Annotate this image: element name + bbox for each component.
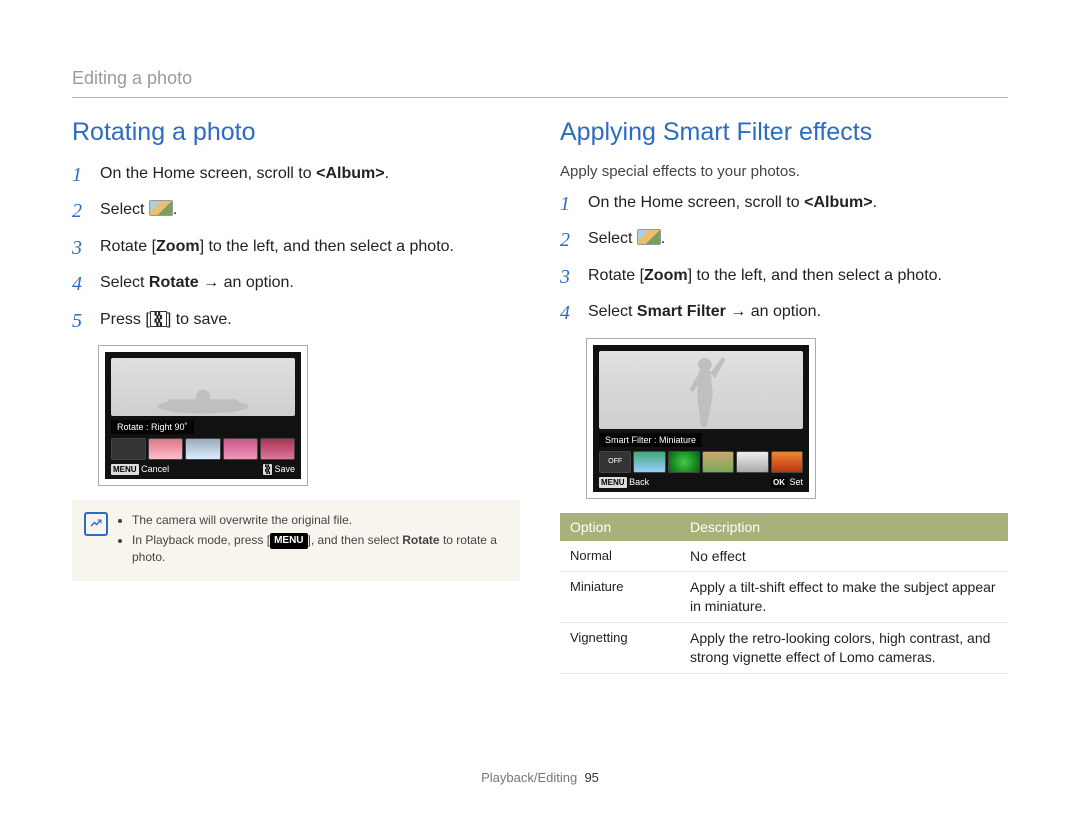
save-key-icon: 🮕	[150, 311, 167, 327]
camera-screenshot-rotate: Rotate : Right 90˚ MENU Cancel 🮕 Save	[98, 345, 308, 486]
option-desc: Apply the retro-looking colors, high con…	[680, 623, 1008, 674]
silhouette-lying-icon	[111, 358, 295, 416]
thumb-4	[736, 451, 768, 473]
smart-filter-option-label: Smart Filter : Miniature	[599, 433, 702, 447]
step-1: On the Home screen, scroll to <Album>.	[560, 192, 1008, 214]
thumbnail-strip: OFF	[599, 451, 803, 473]
option-desc: Apply a tilt-shift effect to make the su…	[680, 572, 1008, 623]
save-button: 🮕 Save	[263, 464, 295, 475]
set-button: OK Set	[771, 477, 803, 488]
album-label: <Album>	[316, 165, 384, 182]
section-title-smartfilter: Applying Smart Filter effects	[560, 118, 1008, 147]
note-box: The camera will overwrite the original f…	[72, 500, 520, 581]
breadcrumb: Editing a photo	[72, 68, 1008, 89]
thumb-1	[633, 451, 665, 473]
ok-key-icon: OK	[771, 477, 787, 488]
thumbnail-strip	[111, 438, 295, 460]
page-number: 95	[584, 770, 598, 785]
two-column-layout: Rotating a photo On the Home screen, scr…	[72, 118, 1008, 674]
divider	[72, 97, 1008, 98]
smart-filter-label: Smart Filter	[637, 303, 726, 320]
album-label: <Album>	[804, 194, 872, 211]
menu-key-icon: MENU	[270, 533, 307, 549]
thumb-3	[223, 438, 258, 460]
silhouette-standing-icon	[599, 351, 803, 429]
thumb-5	[771, 451, 803, 473]
note-item-1: The camera will overwrite the original f…	[132, 512, 506, 528]
thumb-2	[185, 438, 220, 460]
camera-screenshot-smartfilter: Smart Filter : Miniature OFF MENU Back O…	[586, 338, 816, 499]
zoom-label: Zoom	[644, 267, 688, 284]
steps-list-rotating: On the Home screen, scroll to <Album>. S…	[72, 163, 520, 331]
note-item-2: In Playback mode, press [MENU], and then…	[132, 532, 506, 565]
thumb-1	[148, 438, 183, 460]
thumb-off-icon: OFF	[599, 451, 631, 473]
left-column: Rotating a photo On the Home screen, scr…	[72, 118, 520, 674]
table-row: Normal No effect	[560, 541, 1008, 572]
step-1: On the Home screen, scroll to <Album>.	[72, 163, 520, 185]
rotate-label: Rotate	[149, 274, 199, 291]
step-4: Select Smart Filter → an option.	[560, 301, 1008, 323]
thumb-2	[668, 451, 700, 473]
step-5: Press [🮕] to save.	[72, 309, 520, 331]
edit-photo-icon	[637, 229, 661, 245]
section-title-rotating: Rotating a photo	[72, 118, 520, 147]
step-2: Select .	[72, 199, 520, 221]
step-3: Rotate [Zoom] to the left, and then sele…	[560, 265, 1008, 287]
step-3: Rotate [Zoom] to the left, and then sele…	[72, 236, 520, 258]
preview-area	[111, 358, 295, 416]
back-button: MENU Back	[599, 477, 649, 488]
option-name: Normal	[560, 541, 680, 572]
step-2: Select .	[560, 228, 1008, 250]
option-name: Vignetting	[560, 623, 680, 674]
table-row: Miniature Apply a tilt-shift effect to m…	[560, 572, 1008, 623]
save-key-icon: 🮕	[263, 464, 272, 475]
thumb-4	[260, 438, 295, 460]
option-desc: No effect	[680, 541, 1008, 572]
thumb-off-icon	[111, 438, 146, 460]
preview-area	[599, 351, 803, 429]
col-option: Option	[560, 513, 680, 541]
table-row: Vignetting Apply the retro-looking color…	[560, 623, 1008, 674]
col-description: Description	[680, 513, 1008, 541]
footer-section: Playback/Editing	[481, 770, 577, 785]
section-subtitle: Apply special effects to your photos.	[560, 163, 1008, 180]
menu-key-icon: MENU	[111, 464, 139, 475]
cancel-button: MENU Cancel	[111, 464, 169, 475]
step-4: Select Rotate → an option.	[72, 272, 520, 294]
steps-list-smartfilter: On the Home screen, scroll to <Album>. S…	[560, 192, 1008, 324]
manual-page: Editing a photo Rotating a photo On the …	[0, 0, 1080, 815]
smart-filter-options-table: Option Description Normal No effect Mini…	[560, 513, 1008, 674]
edit-photo-icon	[149, 200, 173, 216]
right-column: Applying Smart Filter effects Apply spec…	[560, 118, 1008, 674]
rotate-option-label: Rotate : Right 90˚	[111, 420, 194, 434]
page-footer: Playback/Editing 95	[0, 770, 1080, 785]
info-icon	[84, 512, 108, 536]
menu-key-icon: MENU	[599, 477, 627, 488]
rotate-label: Rotate	[402, 533, 439, 547]
zoom-label: Zoom	[156, 238, 200, 255]
option-name: Miniature	[560, 572, 680, 623]
thumb-3	[702, 451, 734, 473]
